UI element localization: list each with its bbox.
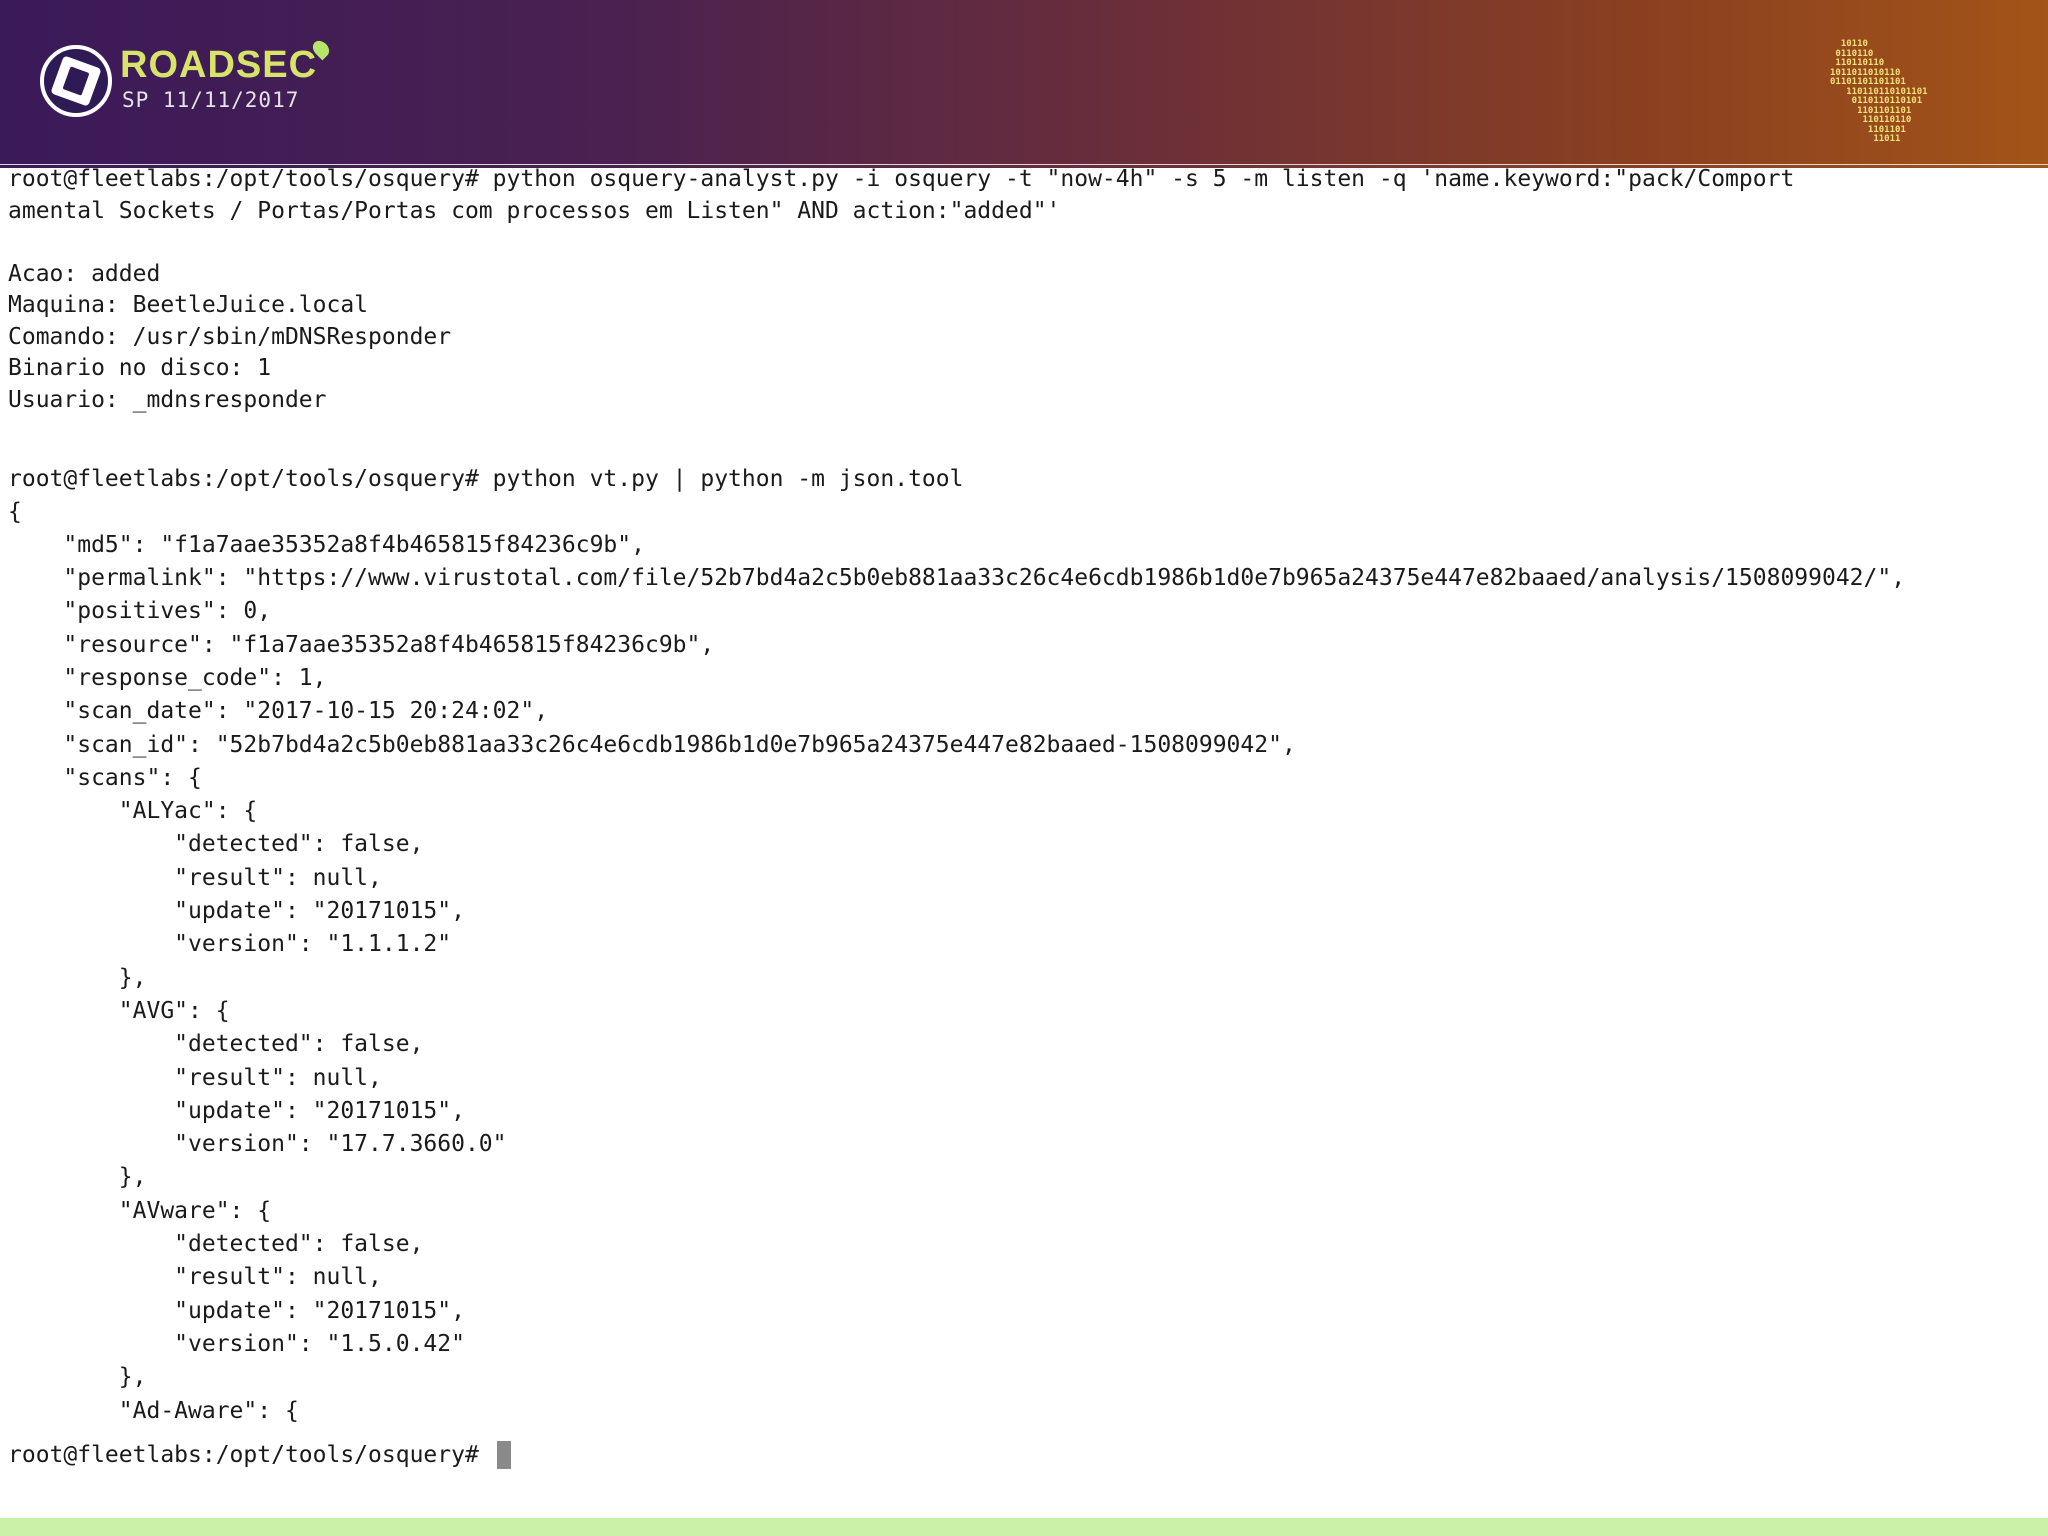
json-line: "permalink": "https://www.virustotal.com… bbox=[8, 565, 1906, 592]
command-line-osquery: root@fleetlabs:/opt/tools/osquery# pytho… bbox=[8, 166, 1795, 192]
json-line: }, bbox=[8, 964, 147, 991]
slide-banner: ROADSEC SP 11/11/2017 10110 0110110 1101… bbox=[0, 0, 2048, 168]
json-line: "positives": 0, bbox=[8, 598, 272, 625]
json-line: "update": "20171015", bbox=[8, 898, 465, 925]
json-line: "response_code": 1, bbox=[8, 664, 327, 691]
result-line: Maquina: BeetleJuice.local bbox=[8, 292, 369, 318]
brand-name: ROADSEC bbox=[120, 44, 318, 86]
json-line: "detected": false, bbox=[8, 1231, 424, 1258]
json-line: "result": null, bbox=[8, 864, 382, 891]
binary-art-graphic: 10110 0110110 110110110 1011011010110 0110… bbox=[1830, 39, 2030, 145]
json-line: "Ad-Aware": { bbox=[8, 1397, 299, 1424]
json-line: "detected": false, bbox=[8, 831, 424, 858]
json-line: "update": "20171015", bbox=[8, 1297, 465, 1324]
binary-art-row: 11011 bbox=[1830, 134, 1901, 144]
result-line: Binario no disco: 1 bbox=[8, 355, 272, 381]
json-line: { bbox=[8, 498, 22, 525]
json-line: "version": "1.1.1.2" bbox=[8, 931, 452, 958]
json-line: "version": "17.7.3660.0" bbox=[8, 1131, 507, 1158]
roadsec-logo-icon bbox=[40, 45, 112, 117]
json-line: }, bbox=[8, 1164, 147, 1191]
json-line: "scans": { bbox=[8, 764, 202, 791]
json-line: "resource": "f1a7aae35352a8f4b465815f842… bbox=[8, 631, 715, 658]
json-line: "md5": "f1a7aae35352a8f4b465815f84236c9b… bbox=[8, 531, 645, 558]
result-line: Usuario: _mdnsresponder bbox=[8, 386, 327, 413]
json-line: "version": "1.5.0.42" bbox=[8, 1330, 465, 1357]
osquery-result: Acao: added Maquina: BeetleJuice.local Com… bbox=[8, 259, 2038, 417]
terminal-window[interactable]: root@fleetlabs:/opt/tools/osquery# pytho… bbox=[8, 164, 2038, 1471]
json-line: "AVware": { bbox=[8, 1197, 272, 1224]
json-line: }, bbox=[8, 1364, 147, 1391]
json-line: "scan_id": "52b7bd4a2c5b0eb881aa33c26c4e… bbox=[8, 731, 1296, 758]
command-line-osquery-continued: amental Sockets / Portas/Portas com proc… bbox=[8, 197, 1061, 224]
json-line: "update": "20171015", bbox=[8, 1097, 465, 1124]
result-line: Acao: added bbox=[8, 260, 161, 287]
blank-gap bbox=[8, 1428, 2038, 1440]
bottom-accent-bar bbox=[0, 1518, 2048, 1536]
brand-subtitle: SP 11/11/2017 bbox=[122, 88, 300, 112]
cursor-block bbox=[496, 1441, 511, 1470]
json-line: "result": null, bbox=[8, 1064, 382, 1091]
prompt-text: root@fleetlabs:/opt/tools/osquery# bbox=[8, 1441, 479, 1468]
json-line: "result": null, bbox=[8, 1264, 382, 1291]
prompt-line[interactable]: root@fleetlabs:/opt/tools/osquery# bbox=[8, 1440, 2038, 1472]
command-line-vt: root@fleetlabs:/opt/tools/osquery# pytho… bbox=[8, 466, 964, 492]
blank-gap bbox=[8, 416, 2038, 464]
json-line: "scan_date": "2017-10-15 20:24:02", bbox=[8, 698, 549, 725]
json-line: "detected": false, bbox=[8, 1031, 424, 1058]
json-line: "ALYac": { bbox=[8, 798, 258, 825]
json-output: { "md5": "f1a7aae35352a8f4b465815f84236c… bbox=[8, 496, 2038, 1428]
json-line: "AVG": { bbox=[8, 997, 230, 1024]
result-line: Comando: /usr/sbin/mDNSResponder bbox=[8, 323, 452, 350]
